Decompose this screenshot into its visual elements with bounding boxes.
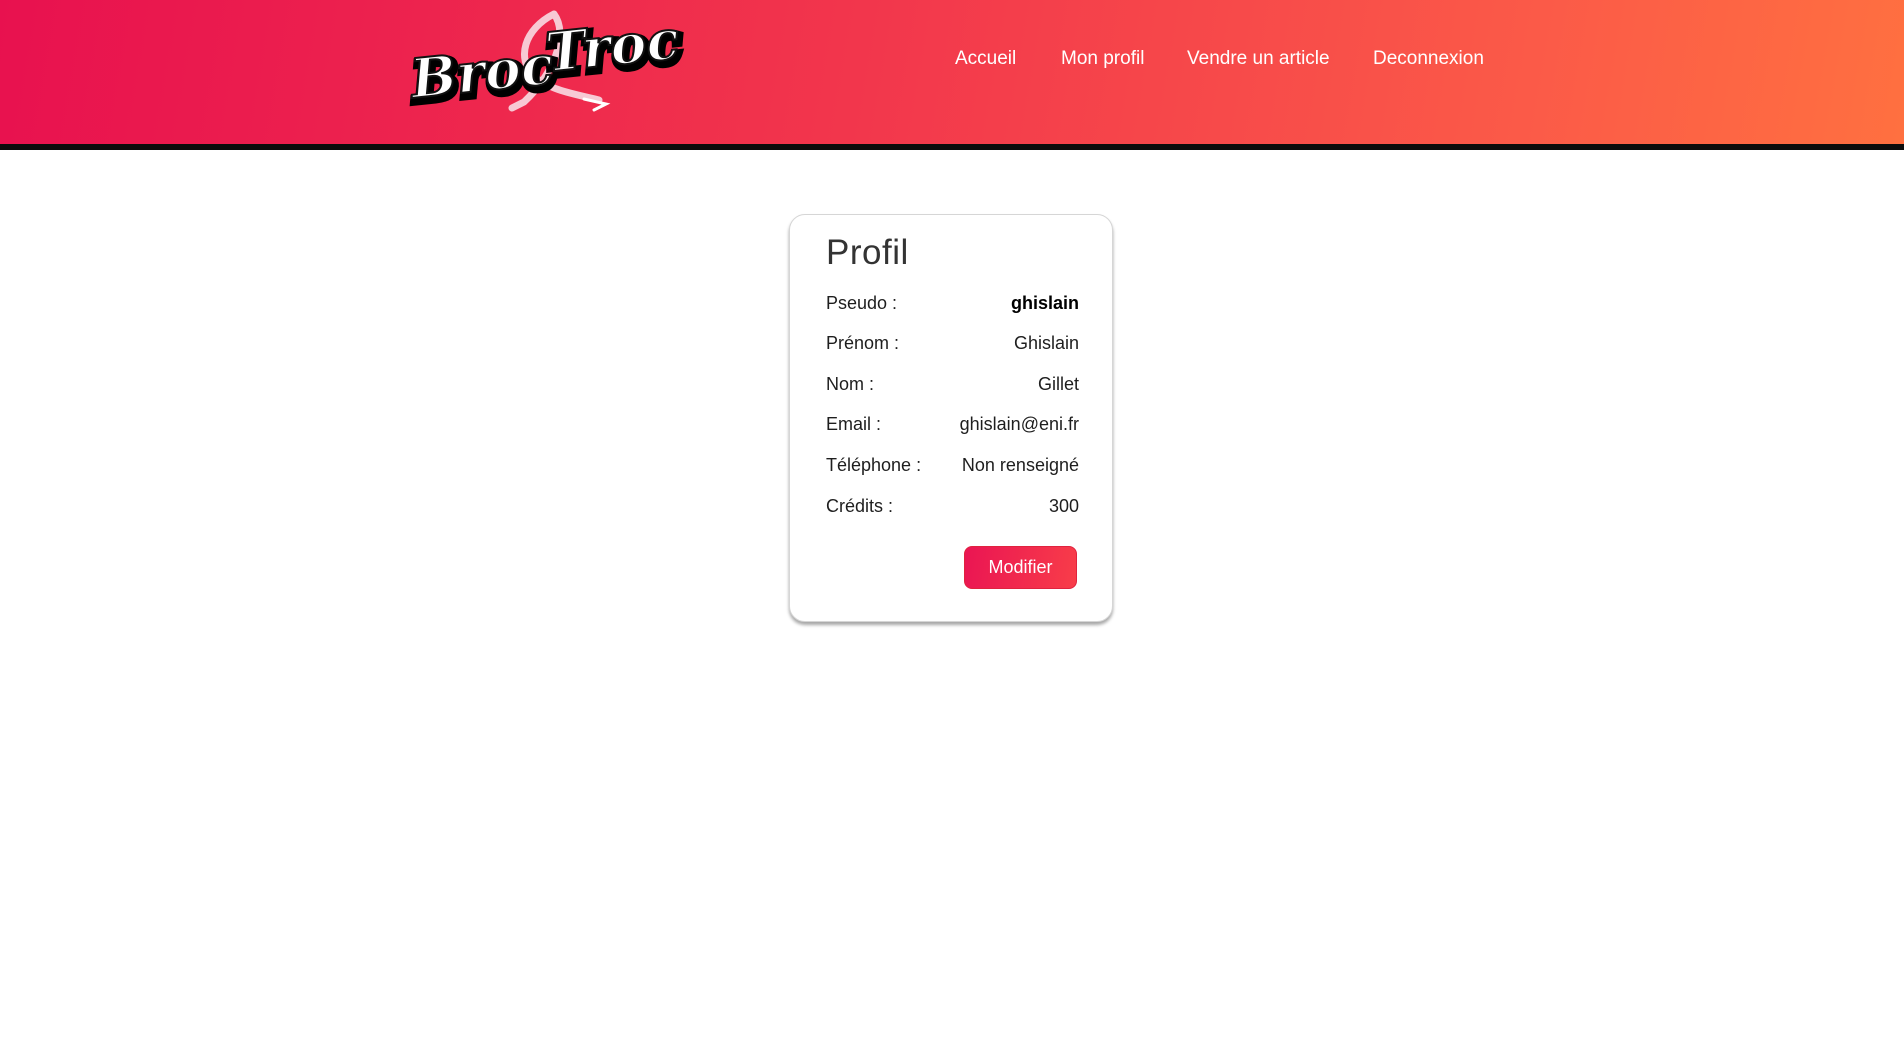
telephone-value: Non renseigné <box>961 455 1079 475</box>
profile-title: Profil <box>826 233 909 272</box>
profile-row-email: Email : ghislain@eni.fr <box>826 414 1079 440</box>
profile-card: Profil Pseudo : ghislain Prénom : Ghisla… <box>789 214 1113 622</box>
telephone-label: Téléphone : <box>826 455 922 475</box>
nav-link-accueil[interactable]: Accueil <box>955 48 1016 70</box>
modify-profile-button[interactable]: Modifier <box>964 546 1077 589</box>
prenom-label: Prénom : <box>826 333 900 353</box>
profile-row-credits: Crédits : 300 <box>826 496 1079 522</box>
pseudo-value: ghislain <box>1010 293 1079 313</box>
credits-label: Crédits : <box>826 496 894 516</box>
profile-row-telephone: Téléphone : Non renseigné <box>826 455 1079 481</box>
nom-label: Nom : <box>826 374 875 394</box>
email-value: ghislain@eni.fr <box>959 414 1079 434</box>
email-label: Email : <box>826 414 882 434</box>
profile-row-pseudo: Pseudo : ghislain <box>826 293 1079 319</box>
prenom-value: Ghislain <box>1013 333 1079 353</box>
site-header: Broc Troc Broc Troc Accueil Mon profil V… <box>0 0 1904 150</box>
nom-value: Gillet <box>1037 374 1079 394</box>
credits-value: 300 <box>1048 496 1079 516</box>
profile-row-prenom: Prénom : Ghislain <box>826 333 1079 359</box>
profile-row-nom: Nom : Gillet <box>826 374 1079 400</box>
nav-link-vendre-un-article[interactable]: Vendre un article <box>1187 48 1330 70</box>
nav-link-deconnexion[interactable]: Deconnexion <box>1373 48 1484 70</box>
nav-link-mon-profil[interactable]: Mon profil <box>1061 48 1144 70</box>
pseudo-label: Pseudo : <box>826 293 898 313</box>
broc-troc-logo[interactable]: Broc Troc Broc Troc <box>404 4 694 114</box>
